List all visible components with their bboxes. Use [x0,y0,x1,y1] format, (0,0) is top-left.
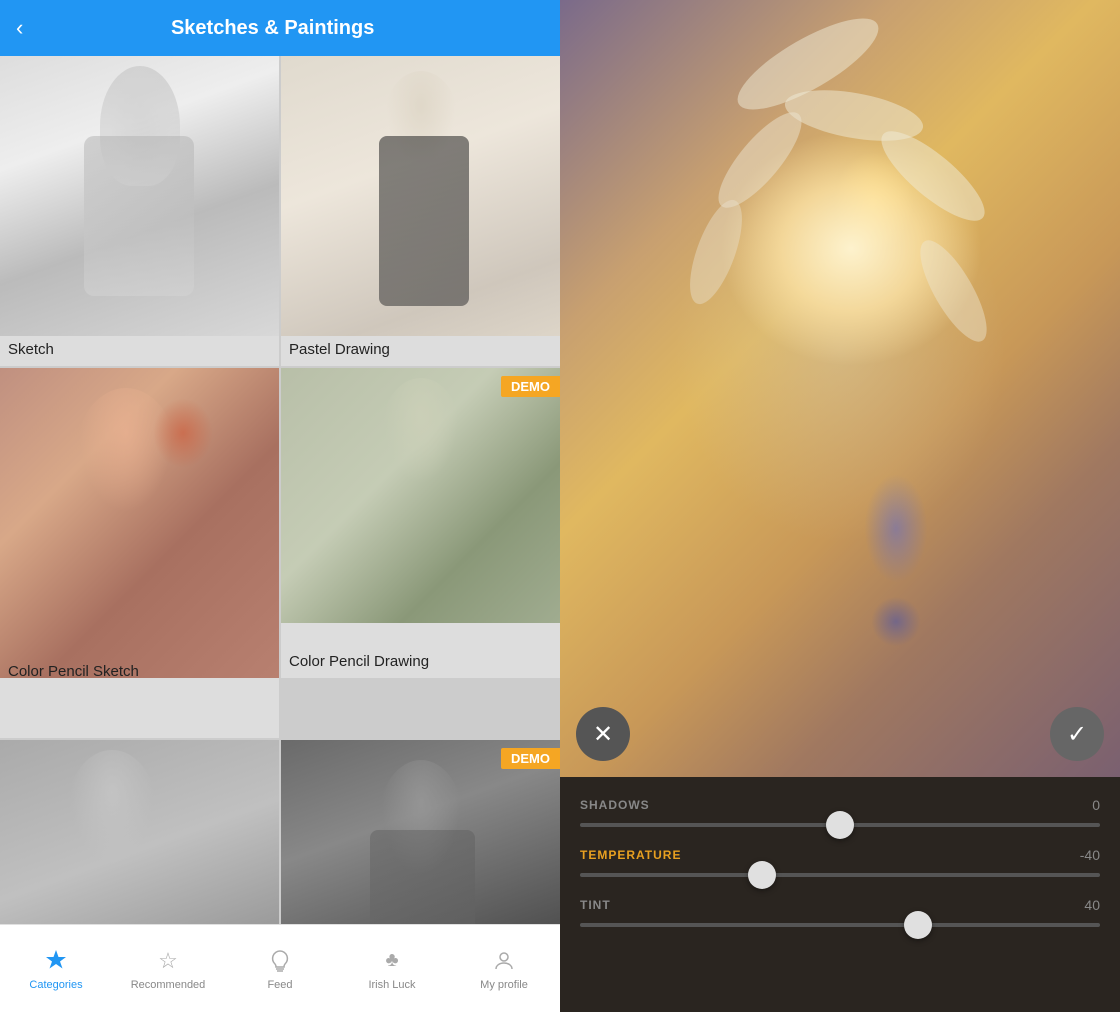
demo-badge-color-pencil-drawing: DEMO [501,376,560,397]
filter-item-bottom-left[interactable] [0,740,279,924]
shadows-track[interactable] [580,823,1100,827]
categories-icon [42,947,70,975]
filter-item-sketch[interactable]: Sketch [0,56,279,366]
filter-label-pastel-drawing: Pastel Drawing [281,335,560,366]
nav-item-irish-luck[interactable]: ♣ Irish Luck [336,947,448,991]
shadows-thumb[interactable] [826,811,854,839]
recommended-icon: ☆ [154,947,182,975]
nav-label-recommended: Recommended [131,979,206,991]
nav-item-recommended[interactable]: ☆ Recommended [112,947,224,991]
tint-label: TINT [580,898,611,912]
temperature-value: -40 [1080,847,1100,863]
nav-label-feed: Feed [267,979,292,991]
sliders-panel: SHADOWS 0 TEMPERATURE -40 TINT 40 [560,777,1120,1012]
tint-value: 40 [1084,897,1100,913]
left-panel: ‹ Sketches & Paintings Sketch Pastel Dra… [0,0,560,1012]
header-title: Sketches & Paintings [35,17,510,40]
temperature-slider-row: TEMPERATURE -40 [580,847,1100,877]
tint-track[interactable] [580,923,1100,927]
bottom-navigation: Categories ☆ Recommended Feed ♣ Irish Lu… [0,924,560,1012]
nav-item-my-profile[interactable]: My profile [448,947,560,991]
cancel-button[interactable]: ✕ [576,707,630,761]
nav-label-my-profile: My profile [480,979,528,991]
cancel-icon: ✕ [593,720,613,749]
filter-item-color-pencil-sketch[interactable]: Color Pencil Sketch [0,368,279,738]
filter-label-sketch: Sketch [0,335,279,366]
confirm-icon: ✓ [1067,720,1087,749]
temperature-label: TEMPERATURE [580,848,681,862]
feed-icon [266,947,294,975]
right-panel: ✕ ✓ SHADOWS 0 TEMPERATURE -40 [560,0,1120,1012]
nav-label-irish-luck: Irish Luck [368,979,415,991]
app-header: ‹ Sketches & Paintings [0,0,560,56]
nav-item-feed[interactable]: Feed [224,947,336,991]
filter-grid: Sketch Pastel Drawing Color Pencil Sketc… [0,56,560,924]
shadows-value: 0 [1092,797,1100,813]
tint-slider-row: TINT 40 [580,897,1100,927]
temperature-thumb[interactable] [748,861,776,889]
filter-item-pastel-drawing[interactable]: Pastel Drawing [281,56,560,366]
filter-label-color-pencil-drawing: Color Pencil Drawing [281,647,560,678]
shadows-slider-row: SHADOWS 0 [580,797,1100,827]
confirm-button[interactable]: ✓ [1050,707,1104,761]
my-profile-icon [490,947,518,975]
irish-luck-icon: ♣ [378,947,406,975]
photo-preview: ✕ ✓ [560,0,1120,777]
shadows-label: SHADOWS [580,798,650,812]
action-buttons: ✕ ✓ [576,707,1104,761]
filter-label-color-pencil-sketch: Color Pencil Sketch [0,657,279,688]
nav-item-categories[interactable]: Categories [0,947,112,991]
filter-item-color-pencil-drawing[interactable]: DEMO Color Pencil Drawing [281,368,560,678]
filter-item-dark-sketch[interactable]: DEMO [281,740,560,924]
demo-badge-dark-sketch: DEMO [501,748,560,769]
tint-thumb[interactable] [904,911,932,939]
temperature-track[interactable] [580,873,1100,877]
nav-label-categories: Categories [29,979,82,991]
back-button[interactable]: ‹ [16,17,23,39]
